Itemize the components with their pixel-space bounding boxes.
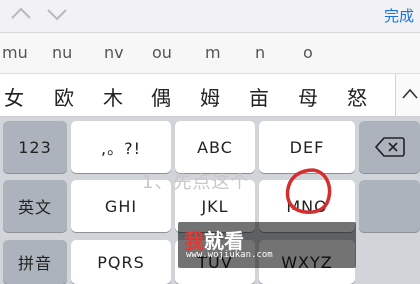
watermark: 我就看 www.wojiukan.com — [178, 222, 356, 268]
candidate-item[interactable]: 怒 — [347, 82, 367, 111]
key-right-function[interactable] — [359, 180, 420, 232]
pinyin-option[interactable]: n — [255, 43, 265, 62]
pinyin-option[interactable]: o — [303, 43, 313, 62]
watermark-url: www.wojiukan.com — [186, 250, 273, 260]
backspace-icon — [374, 137, 405, 157]
pinyin-option[interactable]: m — [205, 43, 221, 62]
chevron-up-icon[interactable] — [8, 4, 34, 24]
expand-candidates-button[interactable] — [395, 74, 420, 116]
candidate-item[interactable]: 欧 — [54, 82, 74, 111]
pinyin-option[interactable]: nv — [104, 43, 124, 62]
key-def[interactable]: DEF — [259, 121, 355, 173]
key-pinyin[interactable]: 拼音 — [3, 240, 67, 284]
pinyin-suggestion-bar: mu nu nv ou m n o — [0, 33, 420, 74]
candidate-item[interactable]: 木 — [103, 82, 123, 111]
annotation-circle — [285, 168, 332, 214]
candidate-item[interactable]: 亩 — [249, 82, 269, 111]
key-pqrs[interactable]: PQRS — [71, 240, 171, 284]
key-english[interactable]: 英文 — [3, 180, 67, 232]
input-toolbar: 完成 — [0, 0, 420, 33]
delete-key[interactable] — [359, 121, 420, 173]
candidate-item[interactable]: 母 — [298, 82, 318, 111]
annotation-text: 1、先点这个 — [142, 172, 250, 193]
done-button[interactable]: 完成 — [384, 5, 414, 26]
chevron-up-icon — [402, 88, 418, 99]
pinyin-option[interactable]: ou — [152, 43, 172, 62]
candidate-item[interactable]: 姆 — [200, 82, 220, 111]
candidate-item[interactable]: 女 — [4, 82, 24, 111]
key-punctuation[interactable]: ,。?! — [71, 121, 171, 173]
key-numbers[interactable]: 123 — [3, 121, 67, 173]
pinyin-option[interactable]: nu — [52, 43, 72, 62]
candidate-bar: 女 欧 木 偶 姆 亩 母 怒 — [0, 74, 420, 117]
chevron-down-icon[interactable] — [44, 4, 70, 24]
pinyin-option[interactable]: mu — [2, 43, 28, 62]
candidate-item[interactable]: 偶 — [151, 82, 171, 111]
key-abc[interactable]: ABC — [175, 121, 255, 173]
